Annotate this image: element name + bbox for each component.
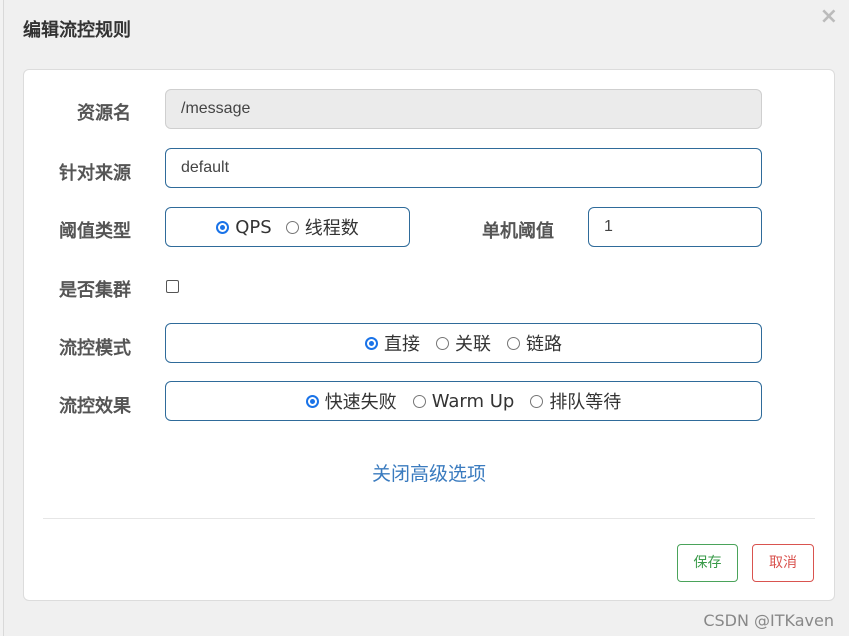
threshold-type-qps-radio[interactable]: QPS — [216, 216, 272, 238]
radio-unchecked-icon — [436, 336, 449, 350]
resource-input[interactable]: /message — [165, 89, 762, 129]
effect-queue-label: 排队等待 — [549, 392, 622, 413]
effect-queue-radio[interactable]: 排队等待 — [530, 388, 621, 414]
resource-label: 资源名 — [77, 103, 131, 124]
single-threshold-input[interactable]: 1 — [588, 207, 762, 247]
effect-fast-fail-radio[interactable]: 快速失败 — [305, 388, 397, 414]
threshold-type-qps-label: QPS — [235, 216, 272, 238]
dialog-title: 编辑流控规则 — [23, 20, 131, 41]
source-label: 针对来源 — [59, 163, 131, 184]
radio-unchecked-icon — [507, 336, 520, 350]
mode-relate-radio[interactable]: 关联 — [436, 330, 491, 356]
effect-fast-fail-label: 快速失败 — [324, 392, 397, 413]
mode-chain-radio[interactable]: 链路 — [507, 330, 562, 356]
mode-label: 流控模式 — [59, 338, 131, 359]
form-panel: 资源名 /message 针对来源 default 阈值类型 QPS 线程数 单… — [23, 69, 835, 601]
radio-unchecked-icon — [285, 220, 299, 234]
effect-warm-up-radio[interactable]: Warm Up — [412, 390, 515, 412]
radio-checked-icon — [365, 336, 378, 350]
source-input[interactable]: default — [165, 148, 762, 188]
threshold-type-thread-radio[interactable]: 线程数 — [285, 214, 359, 240]
radio-checked-icon — [216, 220, 230, 234]
mode-group: 直接 关联 链路 — [165, 323, 762, 363]
edit-flow-rule-dialog: 编辑流控规则 × 资源名 /message 针对来源 default 阈值类型 … — [3, 0, 849, 636]
cluster-checkbox[interactable] — [166, 280, 179, 293]
effect-label: 流控效果 — [59, 396, 131, 417]
radio-unchecked-icon — [412, 394, 426, 408]
mode-direct-label: 直接 — [384, 334, 420, 355]
mode-chain-label: 链路 — [526, 334, 562, 355]
single-threshold-label: 单机阈值 — [482, 221, 554, 242]
threshold-type-label: 阈值类型 — [59, 221, 131, 242]
cancel-button[interactable]: 取消 — [752, 544, 814, 582]
effect-group: 快速失败 Warm Up 排队等待 — [165, 381, 762, 421]
mode-relate-label: 关联 — [455, 334, 491, 355]
watermark: CSDN @ITKaven — [703, 611, 834, 630]
close-icon[interactable]: × — [820, 4, 838, 29]
threshold-type-thread-label: 线程数 — [304, 218, 359, 239]
radio-checked-icon — [305, 394, 319, 408]
footer-divider — [43, 518, 815, 519]
mode-direct-radio[interactable]: 直接 — [365, 330, 420, 356]
toggle-advanced-options-link[interactable]: 关闭高级选项 — [24, 459, 834, 486]
radio-unchecked-icon — [530, 394, 544, 408]
threshold-type-group: QPS 线程数 — [165, 207, 410, 247]
cluster-label: 是否集群 — [59, 280, 131, 301]
effect-warm-up-label: Warm Up — [431, 390, 515, 412]
save-button[interactable]: 保存 — [677, 544, 738, 582]
